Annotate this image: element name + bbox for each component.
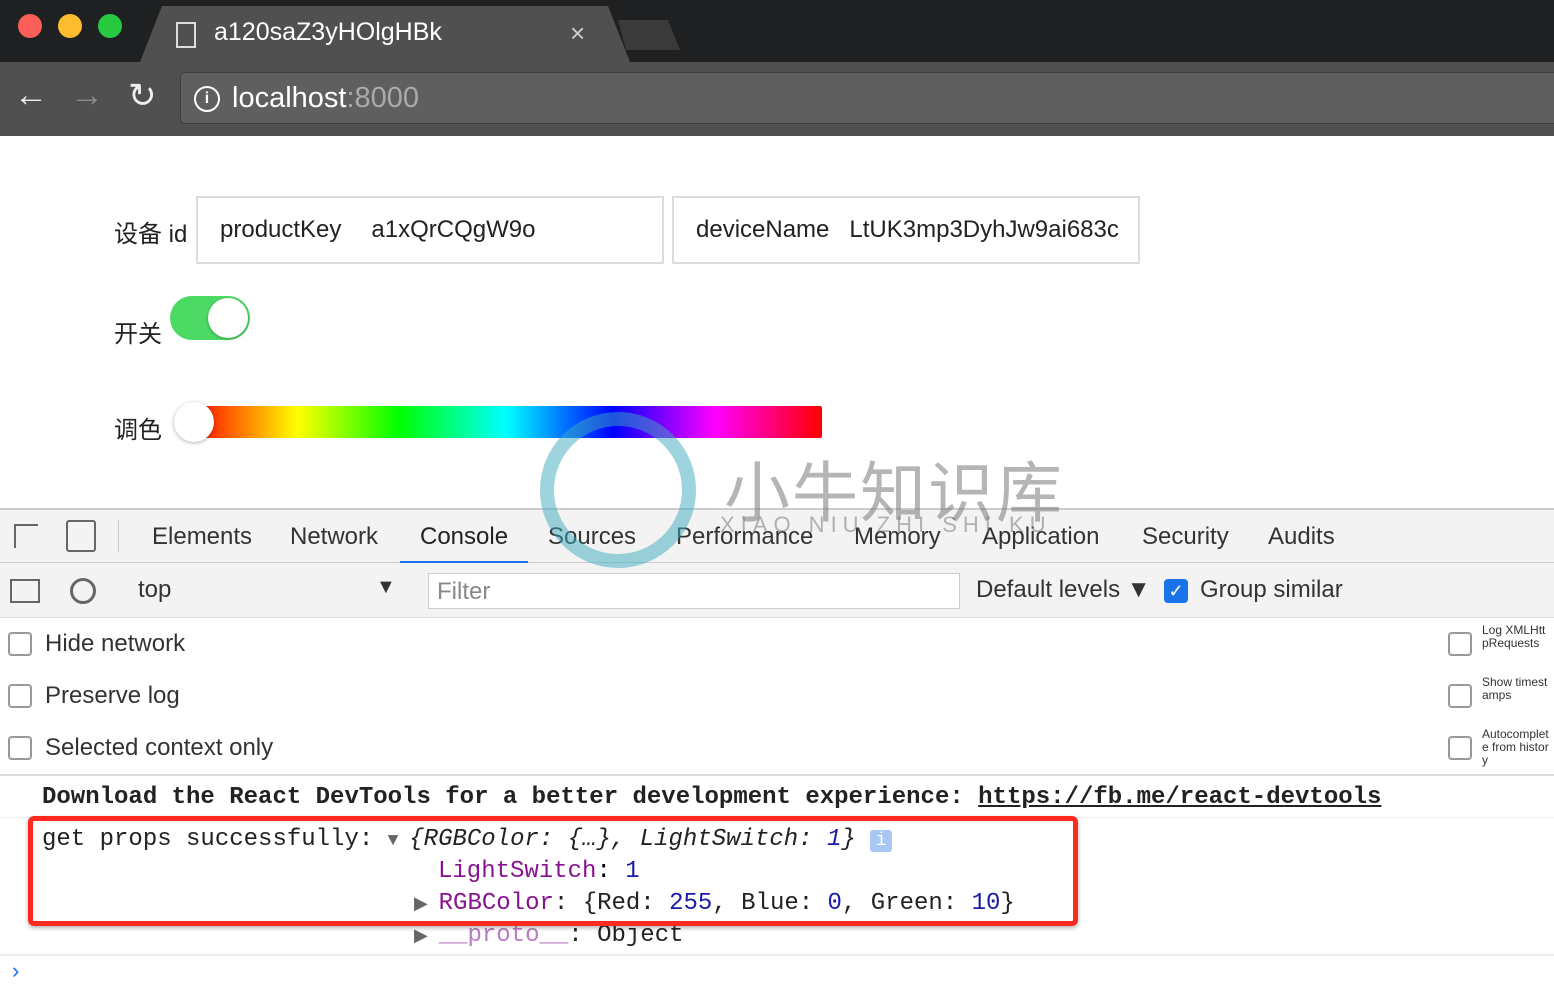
light-switch-toggle[interactable] [170, 296, 250, 340]
watermark-logo [540, 412, 696, 568]
url[interactable]: localhost:8000 [232, 82, 419, 115]
device-name-label: deviceName [696, 216, 830, 243]
product-key-label: productKey [220, 216, 342, 243]
maximize-window-button[interactable] [98, 14, 122, 38]
option-label: Autocomplete from history [1482, 727, 1549, 767]
info-icon[interactable]: i [194, 86, 220, 112]
tab-elements[interactable]: Elements [152, 510, 252, 564]
option-checkbox[interactable] [1448, 632, 1472, 656]
divider [0, 774, 1554, 776]
prop-proto[interactable]: ▶ __proto__: Object [414, 922, 684, 949]
option-label: Hide network [45, 630, 186, 657]
show-sidebar-icon[interactable] [10, 579, 40, 603]
close-window-button[interactable] [18, 14, 42, 38]
option-checkbox[interactable] [8, 736, 32, 760]
product-key-field[interactable]: productKey a1xQrCQgW9o [196, 196, 664, 264]
forward-icon[interactable]: → [70, 76, 104, 115]
hue-slider[interactable] [190, 406, 822, 438]
divider [118, 520, 119, 552]
option-checkbox[interactable] [1448, 684, 1472, 708]
option-label: Show timestamps [1482, 675, 1548, 702]
device-name-field[interactable]: deviceName LtUK3mp3DyhJw9ai683c [672, 196, 1140, 264]
option-checkbox[interactable] [8, 684, 32, 708]
inspect-element-icon[interactable] [14, 524, 38, 548]
color-label: 调色 [114, 417, 162, 444]
option-label: Log XMLHttpRequests [1482, 623, 1546, 650]
prop-key: __proto__ [438, 922, 569, 949]
option-checkbox[interactable] [1448, 736, 1472, 760]
toggle-knob [208, 298, 248, 338]
option-label: Preserve log [45, 682, 180, 709]
group-similar-checkbox[interactable]: ✓ [1164, 579, 1188, 603]
product-key-value: a1xQrCQgW9o [371, 216, 536, 243]
back-icon[interactable]: ← [14, 76, 48, 115]
filter-input[interactable]: Filter [428, 573, 960, 609]
expand-triangle-icon[interactable]: ▶ [414, 927, 439, 947]
context-select[interactable]: top [138, 576, 171, 604]
chevron-down-icon[interactable]: ▼ [376, 576, 396, 599]
prop-value: Object [597, 922, 684, 949]
default-levels-dropdown[interactable]: Default levels ▼ [976, 576, 1151, 604]
clear-console-icon[interactable] [70, 578, 96, 604]
device-toolbar-icon[interactable] [66, 520, 96, 552]
console-prompt-icon[interactable]: › [12, 958, 19, 984]
url-host: localhost [232, 82, 347, 114]
tab-network[interactable]: Network [290, 510, 378, 564]
url-port: :8000 [346, 82, 420, 114]
highlight-box [28, 816, 1078, 926]
tab-console[interactable]: Console [420, 510, 508, 564]
option-label: Selected context only [45, 734, 274, 761]
reload-icon[interactable]: ↻ [128, 76, 157, 116]
tab-security[interactable]: Security [1142, 510, 1229, 564]
react-devtools-link[interactable]: https://fb.me/react-devtools [978, 784, 1381, 811]
close-icon[interactable]: × [570, 18, 585, 49]
device-name-value: LtUK3mp3DyhJw9ai683c [849, 216, 1119, 243]
tab-audits[interactable]: Audits [1268, 510, 1335, 564]
hue-slider-handle[interactable] [174, 402, 214, 442]
watermark-subtext: XIAO NIU ZHI SHI KU [720, 512, 1052, 537]
switch-label: 开关 [114, 321, 162, 348]
message-text: Download the React DevTools for a better… [42, 784, 979, 811]
group-similar-label: Group similar [1200, 576, 1343, 603]
file-icon [176, 22, 196, 48]
device-id-label: 设备 id [114, 221, 188, 248]
option-checkbox[interactable] [8, 632, 32, 656]
console-toolbar: top ▼ Filter Default levels ▼ ✓ Group si… [0, 563, 1554, 618]
react-devtools-message: Download the React DevTools for a better… [42, 784, 1381, 811]
divider [0, 954, 1554, 956]
minimize-window-button[interactable] [58, 14, 82, 38]
tab-title: a120saZ3yHOlgHBk [214, 18, 442, 46]
